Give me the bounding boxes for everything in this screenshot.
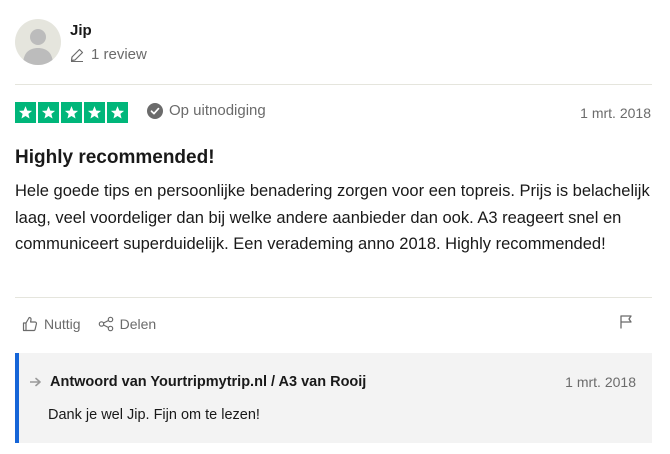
star-icon: [84, 102, 105, 123]
star-icon: [15, 102, 36, 123]
invited-label: Op uitnodiging: [169, 102, 266, 119]
review-date: 1 mrt. 2018: [580, 105, 651, 121]
share-button[interactable]: Delen: [98, 316, 157, 332]
useful-button[interactable]: Nuttig: [22, 316, 81, 332]
review-card: Jip 1 review Op uitnodiging 1 mrt. 2018 …: [0, 0, 670, 454]
review-title[interactable]: Highly recommended!: [15, 147, 215, 169]
report-button[interactable]: [618, 314, 634, 335]
review-count-label: 1 review: [91, 46, 147, 63]
reply-arrow-icon: [30, 377, 41, 387]
company-reply: Antwoord van Yourtripmytrip.nl / A3 van …: [15, 353, 652, 443]
useful-label: Nuttig: [44, 316, 81, 332]
star-icon: [107, 102, 128, 123]
share-icon: [98, 316, 113, 332]
user-silhouette-icon[interactable]: [15, 19, 61, 65]
share-label: Delen: [119, 316, 157, 332]
reviewer-name[interactable]: Jip: [70, 22, 92, 39]
star-icon: [61, 102, 82, 123]
divider: [15, 84, 652, 85]
flag-icon: [620, 315, 632, 329]
reply-text: Dank je wel Jip. Fijn om te lezen!: [48, 407, 260, 423]
reply-date: 1 mrt. 2018: [565, 374, 636, 390]
star-icon: [38, 102, 59, 123]
reply-heading-row: Antwoord van Yourtripmytrip.nl / A3 van …: [30, 374, 366, 390]
divider: [15, 297, 652, 298]
reply-heading: Antwoord van Yourtripmytrip.nl / A3 van …: [50, 374, 367, 390]
checkmark-circle-icon: [147, 102, 163, 119]
review-actions: Nuttig Delen: [22, 316, 156, 332]
star-rating: [15, 102, 128, 123]
thumbs-up-icon: [22, 316, 38, 332]
review-count[interactable]: 1 review: [70, 46, 147, 63]
review-body: Hele goede tips en persoonlijke benaderi…: [15, 182, 650, 253]
pencil-icon: [70, 48, 84, 62]
invited-badge[interactable]: Op uitnodiging: [147, 102, 266, 119]
